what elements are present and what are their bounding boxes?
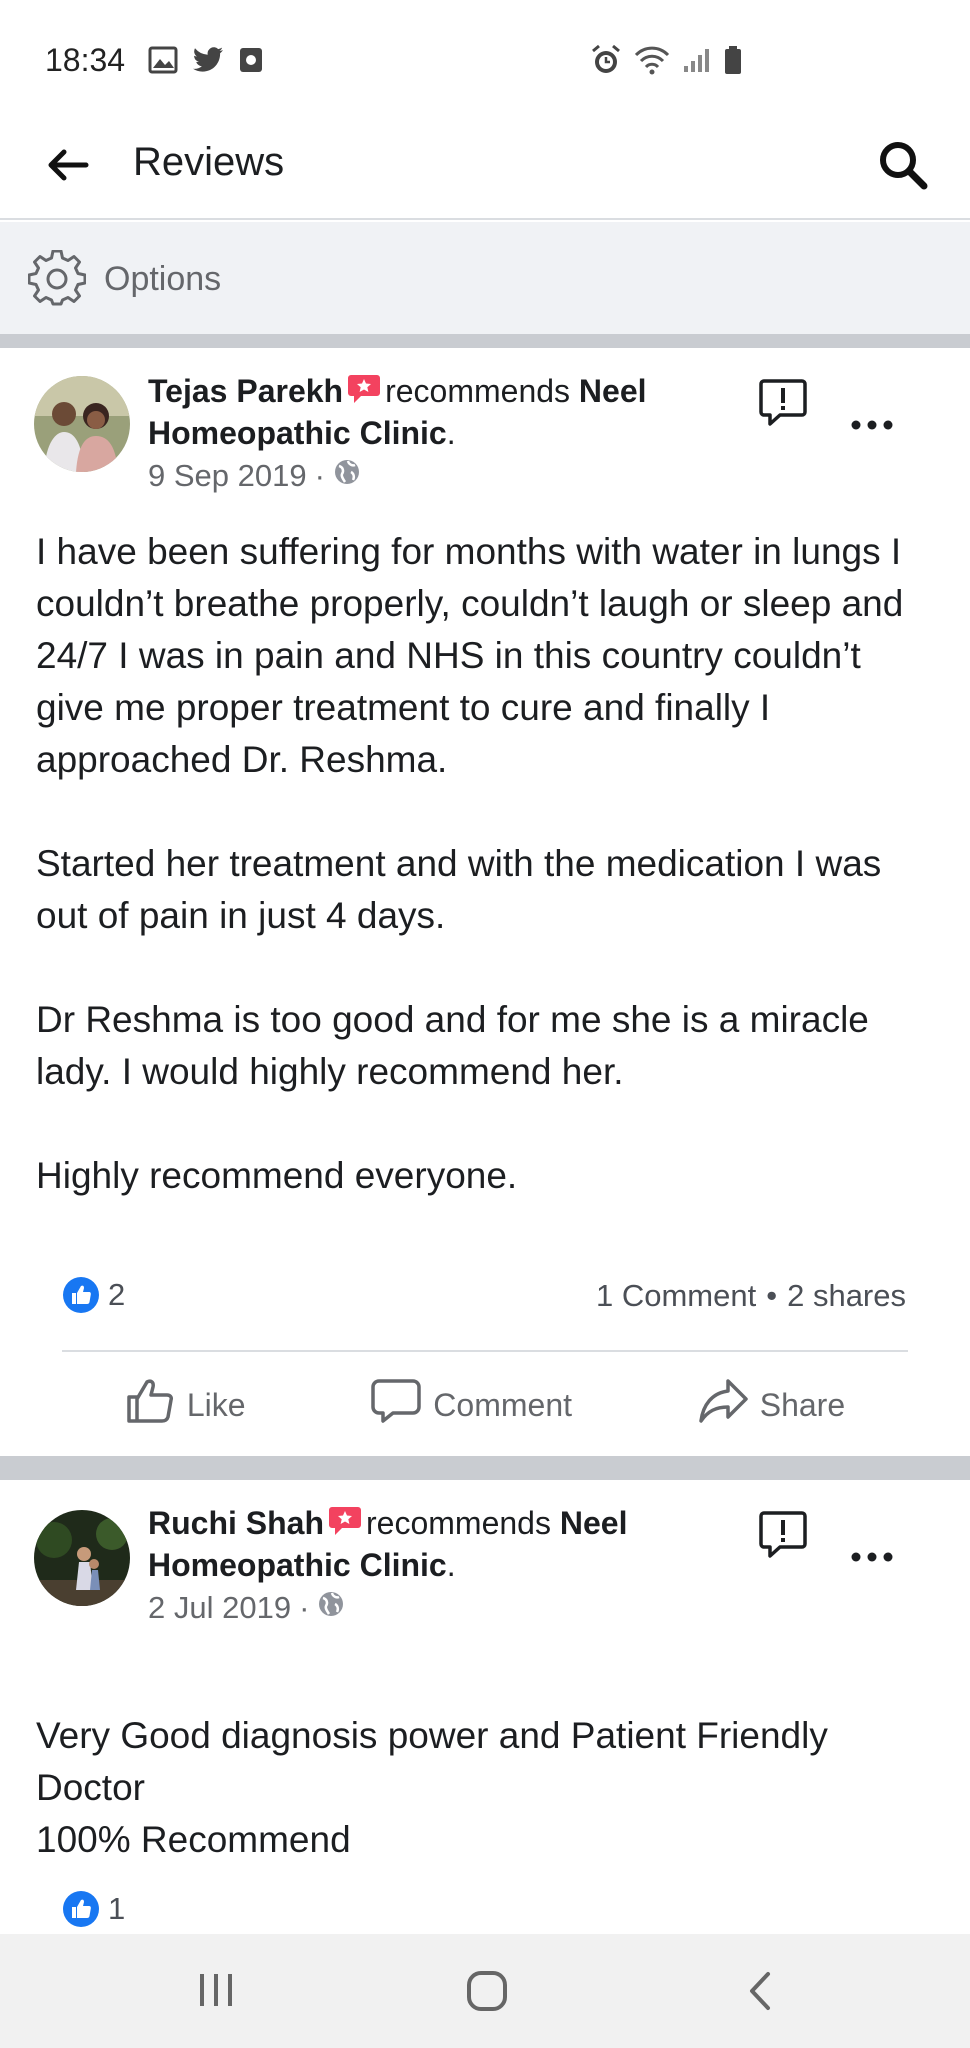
status-bar: 18:34 xyxy=(0,0,970,110)
date-separator: · xyxy=(299,1590,310,1625)
like-reaction-icon xyxy=(62,1890,100,1928)
post-date[interactable]: 9 Sep 2019 xyxy=(148,458,307,494)
author-name[interactable]: Ruchi Shah xyxy=(148,1505,324,1541)
page-title: Reviews xyxy=(133,140,285,184)
post-paragraph: I have been suffering for months with wa… xyxy=(36,531,904,780)
comment-label: Comment xyxy=(433,1386,572,1423)
recommend-icon xyxy=(328,1504,362,1535)
recommends-text: recommends xyxy=(385,373,571,409)
engagement-stats: 1 Comment • 2 shares xyxy=(596,1278,906,1314)
back-icon[interactable] xyxy=(744,1970,774,2017)
divider xyxy=(62,1350,908,1352)
comment-icon xyxy=(371,1377,422,1433)
app-bar: Reviews xyxy=(0,110,970,220)
like-reaction-icon xyxy=(62,1276,100,1314)
report-icon[interactable] xyxy=(758,1510,808,1560)
search-icon[interactable] xyxy=(876,138,930,192)
stats-dot: • xyxy=(766,1278,778,1313)
review-post: Ruchi Shah recommends Neel Homeopathic Cl… xyxy=(0,1480,970,1934)
recent-apps-icon[interactable] xyxy=(196,1970,236,2015)
share-label: Share xyxy=(759,1386,846,1423)
screen-record-icon xyxy=(238,46,264,79)
post-body: Very Good diagnosis power and Patient Fr… xyxy=(36,1658,936,1918)
options-bar[interactable]: Options xyxy=(0,222,970,334)
post-paragraph: Very Good diagnosis power and Patient Fr… xyxy=(36,1715,828,1860)
home-icon[interactable] xyxy=(466,1970,508,2017)
section-separator xyxy=(0,1456,970,1480)
globe-icon xyxy=(317,1590,345,1626)
share-count[interactable]: 2 shares xyxy=(787,1278,906,1314)
status-time: 18:34 xyxy=(45,42,126,78)
date-separator: · xyxy=(314,458,325,493)
post-actions: Like Comment Share xyxy=(62,1360,908,1450)
recommend-icon xyxy=(347,372,381,403)
report-icon[interactable] xyxy=(758,378,808,428)
post-paragraph: Dr Reshma is too good and for me she is … xyxy=(36,999,869,1092)
share-icon xyxy=(698,1377,748,1433)
more-options-icon[interactable] xyxy=(850,1550,894,1562)
avatar[interactable] xyxy=(34,376,130,472)
reaction-summary[interactable]: 2 xyxy=(62,1276,125,1314)
post-header: Tejas Parekh recommends Neel Homeopathic … xyxy=(148,370,738,454)
share-button[interactable]: Share xyxy=(698,1377,845,1433)
section-separator xyxy=(0,334,970,348)
options-label: Options xyxy=(104,260,222,298)
signal-icon xyxy=(682,46,712,79)
post-date-row: 2 Jul 2019 · xyxy=(148,1590,345,1626)
gallery-icon xyxy=(148,46,178,79)
post-date-row: 9 Sep 2019 · xyxy=(148,458,361,494)
post-date[interactable]: 2 Jul 2019 xyxy=(148,1590,291,1626)
header-punct: . xyxy=(446,1547,456,1583)
post-paragraph: Highly recommend everyone. xyxy=(36,1155,518,1196)
more-options-icon[interactable] xyxy=(850,418,894,430)
comment-button[interactable]: Comment xyxy=(371,1377,572,1433)
avatar[interactable] xyxy=(34,1510,130,1606)
like-label: Like xyxy=(186,1386,246,1423)
like-count: 1 xyxy=(108,1891,126,1926)
post-body: I have been suffering for months with wa… xyxy=(36,526,936,1202)
system-nav-bar xyxy=(0,1934,970,2048)
gear-icon xyxy=(27,249,87,308)
recommends-text: recommends xyxy=(366,1505,551,1541)
globe-icon xyxy=(333,458,361,494)
wifi-icon xyxy=(634,45,670,80)
comment-count[interactable]: 1 Comment xyxy=(596,1278,756,1314)
battery-icon xyxy=(724,45,742,80)
post-paragraph: Started her treatment and with the medic… xyxy=(36,843,882,936)
alarm-icon xyxy=(590,44,622,81)
thumbs-up-icon xyxy=(125,1377,175,1433)
header-punct: . xyxy=(446,415,456,451)
post-header: Ruchi Shah recommends Neel Homeopathic Cl… xyxy=(148,1502,738,1586)
review-post: Tejas Parekh recommends Neel Homeopathic … xyxy=(0,348,970,1456)
reaction-summary[interactable]: 1 xyxy=(62,1890,125,1928)
twitter-icon xyxy=(192,46,224,79)
like-count: 2 xyxy=(108,1277,126,1312)
like-button[interactable]: Like xyxy=(125,1377,246,1433)
arrow-left-icon[interactable] xyxy=(44,142,90,188)
author-name[interactable]: Tejas Parekh xyxy=(148,373,343,409)
